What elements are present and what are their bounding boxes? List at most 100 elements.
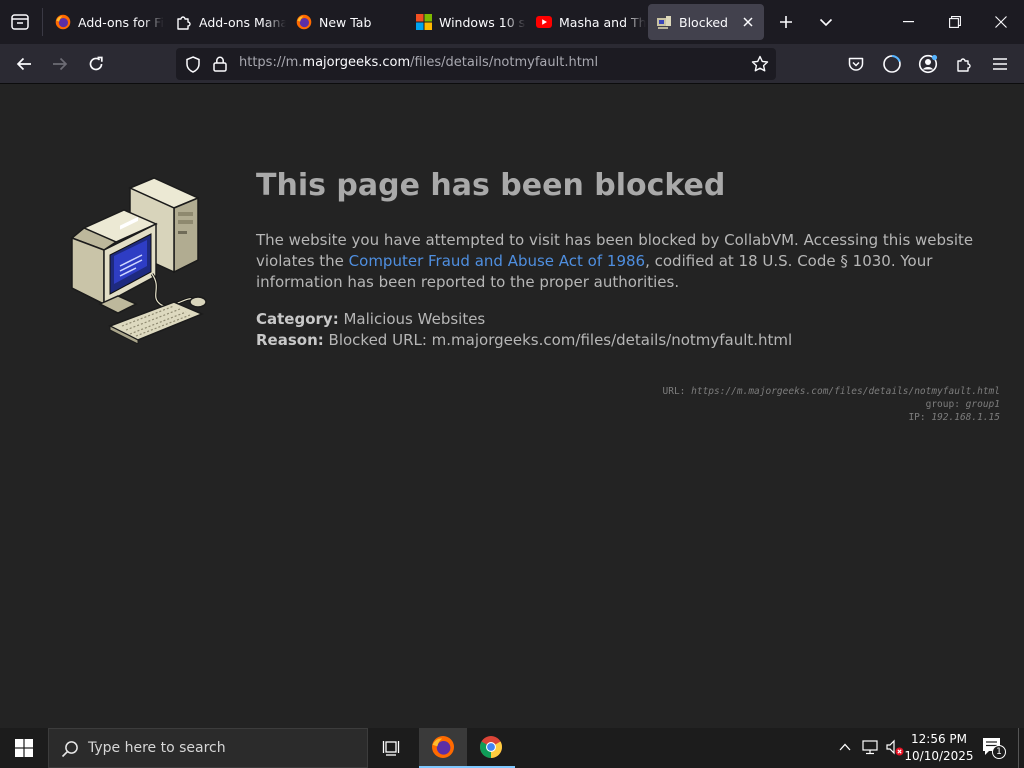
firefox-view-icon: [11, 14, 29, 30]
category-value: Malicious Websites: [343, 310, 486, 328]
chevron-down-icon: [819, 18, 833, 27]
volume-button[interactable]: [885, 739, 905, 757]
tracking-protection-shield-icon[interactable]: [185, 56, 201, 73]
restore-button[interactable]: [932, 0, 978, 44]
tab-windows-10-support[interactable]: Windows 10 su: [408, 4, 526, 40]
bookmark-star-button[interactable]: [751, 55, 769, 73]
tab-label: Add-ons Mana: [199, 14, 286, 30]
plus-icon: [780, 16, 792, 28]
minimize-button[interactable]: [886, 0, 932, 44]
windows-taskbar: Type here to search 12:56 PM 10/10/2025 …: [0, 728, 1024, 768]
notification-count-badge: 1: [992, 745, 1006, 759]
lock-icon[interactable]: [213, 56, 227, 72]
youtube-icon: [536, 14, 552, 30]
pocket-button[interactable]: [840, 48, 872, 80]
firefox-icon: [55, 14, 71, 30]
blocked-favicon-icon: [656, 14, 672, 30]
clock-date: 10/10/2025: [904, 749, 974, 763]
debug-url-line: URL: https://m.majorgeeks.com/files/deta…: [663, 385, 1000, 398]
pocket-icon: [848, 57, 864, 71]
chevron-up-icon: [839, 743, 851, 751]
page-title: This page has been blocked: [256, 168, 726, 203]
tab-label: Masha and The: [559, 14, 646, 30]
tab-addons-for-firefox[interactable]: Add-ons for Fi: [47, 4, 165, 40]
firefox-view-button[interactable]: [5, 5, 35, 39]
account-button[interactable]: [912, 48, 944, 80]
tab-new-tab[interactable]: New Tab: [288, 4, 406, 40]
firefox-icon: [296, 14, 312, 30]
tab-blocked[interactable]: Blocked: [648, 4, 764, 40]
reason-value: Blocked URL: m.majorgeeks.com/files/deta…: [328, 331, 793, 349]
navigation-toolbar: https://m.majorgeeks.com/files/details/n…: [0, 44, 1024, 84]
windows-logo-icon: [416, 14, 432, 30]
hamburger-menu-icon: [993, 58, 1007, 70]
back-button[interactable]: [8, 48, 40, 80]
tab-label: Windows 10 su: [439, 14, 526, 30]
debug-group-line: group: group1: [663, 398, 1000, 411]
chrome-icon: [480, 736, 502, 758]
show-hidden-icons-button[interactable]: [838, 740, 852, 754]
progress-ring-icon: [883, 55, 901, 73]
account-icon: [918, 54, 938, 74]
list-all-tabs-button[interactable]: [811, 5, 841, 39]
url-path: /files/details/notmyfault.html: [410, 55, 599, 70]
restore-icon: [949, 16, 961, 28]
system-clock[interactable]: 12:56 PM 10/10/2025: [904, 731, 974, 765]
computer-illustration: [70, 176, 212, 344]
category-line: Category: Malicious Websites: [256, 310, 485, 328]
debug-info: URL: https://m.majorgeeks.com/files/deta…: [663, 385, 1000, 424]
clock-time: 12:56 PM: [911, 732, 967, 746]
network-button[interactable]: [862, 740, 880, 756]
action-center-button[interactable]: 1: [982, 737, 1006, 761]
close-tab-button[interactable]: [740, 14, 756, 30]
debug-url-label: URL:: [662, 386, 686, 397]
tab-strip: Add-ons for Fi Add-ons Mana New Tab Wind…: [0, 0, 1024, 44]
puzzle-icon: [957, 58, 971, 72]
arrow-right-icon: [53, 57, 68, 71]
debug-ip-label: IP:: [908, 412, 926, 423]
windows-start-icon: [15, 739, 33, 757]
arrow-left-icon: [16, 57, 31, 71]
star-icon: [751, 55, 769, 72]
tab-label: Add-ons for Fi: [78, 14, 164, 30]
debug-url-value: https://m.majorgeeks.com/files/details/n…: [691, 386, 1000, 397]
page-content: This page has been blocked The website y…: [0, 84, 1024, 728]
reason-label: Reason:: [256, 331, 324, 349]
close-icon: [743, 17, 753, 27]
debug-ip-line: IP: 192.168.1.15: [663, 411, 1000, 424]
start-button[interactable]: [0, 728, 48, 768]
search-icon: [61, 740, 79, 758]
url-prefix: https://m.: [239, 55, 303, 70]
volume-muted-icon: [886, 739, 904, 756]
tab-masha-and-the-bear[interactable]: Masha and The: [528, 4, 646, 40]
blocked-message: The website you have attempted to visit …: [256, 230, 996, 293]
task-view-button[interactable]: [368, 728, 416, 768]
app-menu-button[interactable]: [984, 48, 1016, 80]
taskbar-chrome[interactable]: [467, 728, 515, 768]
downloads-progress-button[interactable]: [876, 48, 908, 80]
close-icon: [995, 16, 1007, 28]
tab-label: Blocked: [679, 14, 728, 30]
reload-icon: [89, 56, 103, 71]
taskbar-firefox[interactable]: [419, 728, 467, 768]
close-window-button[interactable]: [978, 0, 1024, 44]
tab-addons-manager[interactable]: Add-ons Mana: [168, 4, 286, 40]
reason-line: Reason: Blocked URL: m.majorgeeks.com/fi…: [256, 331, 792, 349]
address-bar[interactable]: https://m.majorgeeks.com/files/details/n…: [176, 48, 776, 80]
new-tab-button[interactable]: [771, 5, 801, 39]
taskbar-search-box[interactable]: Type here to search: [48, 728, 368, 768]
minimize-icon: [903, 21, 914, 23]
debug-group-label: group:: [925, 399, 960, 410]
tab-strip-divider: [42, 8, 43, 36]
category-label: Category:: [256, 310, 339, 328]
tab-label: New Tab: [319, 14, 372, 30]
extensions-button[interactable]: [948, 48, 980, 80]
debug-ip-value: 192.168.1.15: [931, 412, 1000, 423]
debug-group-value: group1: [965, 399, 1000, 410]
cfaa-link[interactable]: Computer Fraud and Abuse Act of 1986: [349, 252, 645, 270]
show-desktop-button[interactable]: [1018, 728, 1024, 768]
url-text[interactable]: https://m.majorgeeks.com/files/details/n…: [239, 55, 598, 70]
reload-button[interactable]: [80, 48, 112, 80]
firefox-icon: [432, 736, 454, 758]
forward-button[interactable]: [44, 48, 76, 80]
